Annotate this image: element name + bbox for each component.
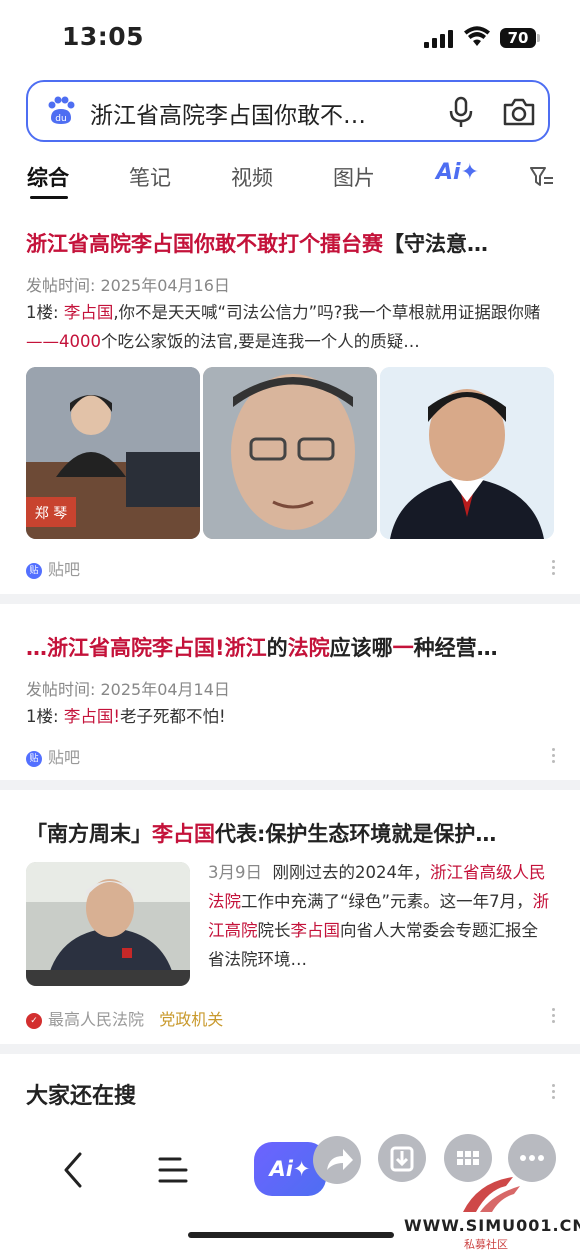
status-bar: 13:05 70 [0,0,580,72]
nameplate-text: 郑 琴 [35,506,67,522]
tieba-icon: 贴 [26,750,42,767]
svg-text:du: du [55,114,66,124]
tab-images[interactable]: 图片 [333,162,375,192]
tab-notes[interactable]: 笔记 [129,162,171,192]
related-heading: 大家还在搜 [26,1084,137,1109]
more-options-icon[interactable] [552,1008,556,1026]
filter-icon[interactable] [530,166,554,188]
download-button[interactable] [378,1134,426,1182]
status-time: 13:05 [62,22,145,51]
back-icon[interactable] [62,1152,84,1188]
menu-icon[interactable] [158,1156,188,1184]
result-title[interactable]: …浙江省高院李占国!浙江的法院应该哪一种经营… [26,632,498,662]
camera-icon[interactable] [502,98,536,126]
result-snippet: 1楼: 李占国,你不是天天喊“司法公信力”吗?我一个草根就用证据跟你赌——400… [26,303,541,351]
bottom-toolbar: Ai✦ WWW.SIMU001.CN 私募社区 [0,1128,580,1255]
post-date: 发帖时间: 2025年04月14日 [26,680,230,699]
home-indicator[interactable] [188,1232,394,1238]
result-snippet: 1楼: 李占国!老子死都不怕! [26,707,226,726]
result-title[interactable]: 浙江省高院李占国你敢不敢打个擂台赛【守法意… [26,228,488,258]
result-card-3[interactable]: 「南方周末」李占国代表:保护生态环境就是保护… 3月9日 刚刚过去的2024年，… [0,790,580,1044]
photo-official-portrait[interactable] [380,367,554,539]
watermark-logo-icon [463,1177,520,1212]
tieba-icon: 贴 [26,562,42,579]
signal-icon [424,30,454,48]
download-icon [390,1146,414,1172]
result-snippet: 3月9日 刚刚过去的2024年，浙江省高级人民法院工作中充满了“绿色”元素。这一… [208,863,550,969]
source-tag: 党政机关 [159,1010,224,1029]
baidu-logo-icon: du [48,96,75,124]
share-button[interactable] [313,1136,361,1184]
more-options-icon[interactable] [552,748,556,766]
top-area: 13:05 70 du 浙江省高院李占国你敢不… 综合 笔记 视频 图片 Ai✦ [0,0,580,220]
search-tabs: 综合 笔记 视频 图片 Ai✦ [0,152,580,202]
more-options-icon[interactable] [552,1084,556,1102]
wifi-icon [464,26,490,46]
share-icon [327,1149,353,1170]
result-title[interactable]: 「南方周末」李占国代表:保护生态环境就是保护… [26,818,496,848]
watermark-text: WWW.SIMU001.CN [404,1216,580,1235]
result-card-1[interactable]: 浙江省高院李占国你敢不敢打个擂台赛【守法意… 发帖时间: 2025年04月16日… [0,210,580,594]
photo-official-closeup[interactable] [203,367,377,539]
photo-delegate-speaking[interactable] [26,862,190,986]
search-bar[interactable]: du 浙江省高院李占国你敢不… [26,80,550,142]
court-emblem-icon: ✓ [26,1012,42,1029]
result-source[interactable]: 贴贴吧 [26,744,80,768]
result-source[interactable]: 贴贴吧 [26,556,80,580]
tab-all[interactable]: 综合 [27,162,69,192]
more-options-icon[interactable] [552,560,556,578]
search-input[interactable]: 浙江省高院李占国你敢不… [90,96,366,130]
result-source[interactable]: ✓ 最高人民法院 党政机关 [26,1006,223,1030]
photo-judge-desk[interactable]: 郑 琴 [26,367,200,539]
related-searches: 大家还在搜 [0,1054,580,1128]
watermark-subtext: 私募社区 [464,1238,508,1251]
tab-videos[interactable]: 视频 [231,162,273,192]
tab-ai[interactable]: Ai✦ [436,160,479,185]
result-card-2[interactable]: …浙江省高院李占国!浙江的法院应该哪一种经营… 发帖时间: 2025年04月14… [0,604,580,780]
battery-icon: 70 [500,28,540,48]
post-date: 发帖时间: 2025年04月16日 [26,276,230,295]
microphone-icon[interactable] [448,96,474,128]
active-tab-indicator [30,196,68,199]
